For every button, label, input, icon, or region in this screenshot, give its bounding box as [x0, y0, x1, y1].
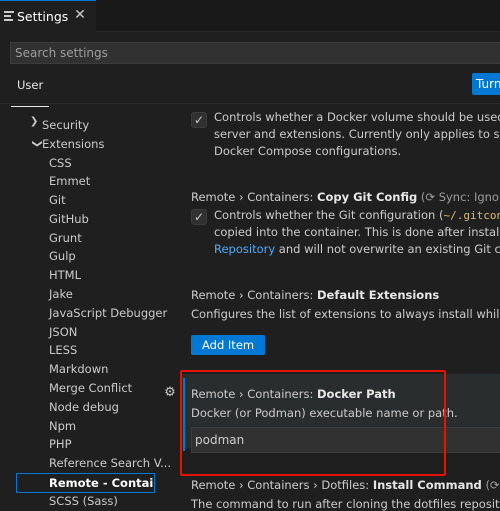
volume-checkbox[interactable]: ✓ [191, 112, 207, 128]
annotation-highlight-box [180, 370, 446, 476]
settings-list-icon [4, 11, 14, 21]
chevron-down-icon[interactable]: ❯ [24, 140, 43, 150]
turn-on-sync-button[interactable]: Turn [472, 73, 500, 95]
repository-link[interactable]: Repository [214, 242, 275, 256]
toc-item[interactable]: Reference Search V... [49, 454, 171, 473]
setting-description: Controls whether a Docker volume should … [214, 110, 500, 124]
toc-item[interactable]: PHP [49, 435, 72, 454]
setting-title-dotfiles-install-command: Remote › Containers › Dotfiles: Install … [191, 478, 500, 492]
toc-item[interactable]: Merge Conflict [49, 379, 132, 398]
toc-item[interactable]: JavaScript Debugger [49, 304, 167, 323]
copy-git-config-checkbox[interactable]: ✓ [191, 209, 207, 225]
toc-item[interactable]: Node debug [49, 398, 119, 417]
setting-description: Repository and will not overwrite an exi… [214, 241, 500, 258]
desc-text: copied into the container. This is done … [214, 225, 500, 239]
add-item-button[interactable]: Add Item [191, 335, 266, 355]
editor-tab-bar: Settings ✕ [0, 0, 500, 32]
search-input[interactable] [11, 43, 500, 63]
toc-item[interactable]: Npm [49, 417, 76, 436]
toc-item-security[interactable]: Security [42, 116, 89, 135]
toc-item-extensions[interactable]: Extensions [42, 135, 104, 154]
toc-item-remote-containers[interactable]: Remote - Containe... [16, 473, 155, 493]
tab-user[interactable]: User [11, 78, 50, 107]
toc-item-label: Remote - Containe... [49, 476, 153, 490]
toc-item[interactable]: Grunt [49, 229, 82, 248]
tab-settings[interactable]: Settings ✕ [0, 0, 96, 32]
setting-description: copied into the container. This is done … [214, 224, 500, 241]
setting-name: Install Command [372, 478, 482, 492]
check-icon: ✓ [193, 113, 205, 127]
setting-description: Docker Compose configurations. [214, 144, 402, 158]
toc-item[interactable]: GitHub [49, 210, 89, 229]
setting-description: The command to run after cloning the dot… [191, 497, 500, 511]
toc-item[interactable]: LESS [49, 341, 77, 360]
active-tab-indicator [11, 106, 50, 107]
toc-item[interactable]: SCSS (Sass) [49, 492, 118, 511]
close-icon[interactable]: ✕ [72, 7, 88, 23]
sync-ignored-label: (⟳ Sync: Ignor [485, 478, 500, 492]
toc-item[interactable]: CSS [49, 154, 72, 173]
toc-item[interactable]: Jake [49, 285, 73, 304]
setting-description: server and extensions. Currently only ap… [214, 127, 500, 141]
setting-title-copy-git-config: Remote › Containers: Copy Git Config (⟳ … [191, 190, 500, 204]
sync-ignored-label: (⟳ Sync: Ignored) [420, 190, 500, 204]
toc-item[interactable]: Markdown [49, 360, 108, 379]
toc-item[interactable]: HTML [49, 266, 81, 285]
gear-icon[interactable]: ⚙ [163, 386, 177, 400]
setting-category: Remote › Containers › Dotfiles: [191, 478, 373, 492]
setting-name: Copy Git Config [317, 190, 418, 204]
toc-item[interactable]: Gulp [49, 247, 76, 266]
setting-description: Configures the list of extensions to alw… [191, 307, 500, 321]
tab-user-label: User [17, 78, 44, 92]
toc-item[interactable]: Git [49, 191, 66, 210]
setting-title-default-extensions: Remote › Containers: Default Extensions [191, 288, 439, 302]
desc-text: and will not overwrite an existing Git c… [278, 242, 500, 256]
toc-item[interactable]: Emmet [49, 172, 90, 191]
toc-item[interactable]: JSON [49, 323, 77, 342]
setting-name: Default Extensions [317, 288, 440, 302]
tab-title: Settings [17, 9, 69, 24]
setting-category: Remote › Containers: [191, 190, 318, 204]
desc-text: Controls whether the Git configuration ( [214, 208, 444, 222]
setting-category: Remote › Containers: [191, 288, 318, 302]
setting-description: Controls whether the Git configuration (… [214, 207, 500, 224]
chevron-right-icon[interactable]: ❯ [30, 116, 40, 135]
search-settings-box [10, 42, 500, 64]
check-icon: ✓ [193, 210, 205, 224]
code-span: ~/.gitconfig [443, 209, 500, 222]
